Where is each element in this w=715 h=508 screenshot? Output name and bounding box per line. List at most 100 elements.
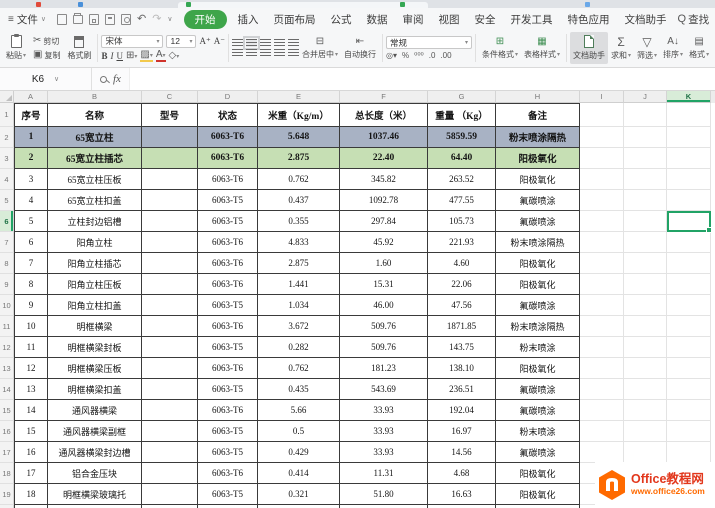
cell-K4[interactable] [667,169,711,190]
cell-C5[interactable] [142,190,198,211]
cell-A16[interactable]: 15 [14,421,48,442]
cell-E14[interactable]: 0.435 [258,379,340,400]
cell-J4[interactable] [624,169,667,190]
cell-B6[interactable]: 立柱封边铝槽 [48,211,142,232]
decrease-decimal-icon[interactable]: .00 [440,51,451,60]
cell-J10[interactable] [624,295,667,316]
document-tab-active[interactable] [178,2,428,8]
cell-A14[interactable]: 13 [14,379,48,400]
cell-G3[interactable]: 64.40 [428,148,496,169]
cell-F14[interactable]: 543.69 [340,379,428,400]
cell-C9[interactable] [142,274,198,295]
row-header-11[interactable]: 11 [0,316,14,337]
cell-D13[interactable]: 6063-T6 [198,358,258,379]
cell-H2[interactable]: 粉末喷涂隔热 [496,127,580,148]
cell-B12[interactable]: 明框横梁封板 [48,337,142,358]
cell-G11[interactable]: 1871.85 [428,316,496,337]
cell-K5[interactable] [667,190,711,211]
column-header-H[interactable]: H [496,91,580,103]
cell-I4[interactable] [580,169,624,190]
cell-E9[interactable]: 1.441 [258,274,340,295]
file-menu-button[interactable]: ≡ 文件 ∨ [8,12,46,27]
row-header-4[interactable]: 4 [0,169,14,190]
cell-D7[interactable]: 6063-T6 [198,232,258,253]
cell-C13[interactable] [142,358,198,379]
cell-F18[interactable]: 11.31 [340,463,428,484]
align-center-icon[interactable] [246,49,257,57]
cell-C6[interactable] [142,211,198,232]
row-header-17[interactable]: 17 [0,442,14,463]
cell-D15[interactable]: 6063-T6 [198,400,258,421]
cell-J8[interactable] [624,253,667,274]
cell-J3[interactable] [624,148,667,169]
increase-font-icon[interactable]: A⁺ [199,36,210,47]
clear-format-icon[interactable]: ◇▾ [169,51,180,61]
cell-G14[interactable]: 236.51 [428,379,496,400]
cell-A13[interactable]: 12 [14,358,48,379]
cell-D17[interactable]: 6063-T5 [198,442,258,463]
cell-J13[interactable] [624,358,667,379]
number-format-select[interactable]: 常规▾ [386,36,472,49]
percent-icon[interactable]: % [402,51,409,60]
cell-A5[interactable]: 4 [14,190,48,211]
cell-C16[interactable] [142,421,198,442]
cell-B19[interactable]: 明框横梁玻璃托 [48,484,142,505]
row-header-15[interactable]: 15 [0,400,14,421]
doc-assistant-button[interactable]: 文档助手 [570,32,608,64]
cell-H16[interactable]: 粉末喷涂 [496,421,580,442]
cell-K11[interactable] [667,316,711,337]
cell-B15[interactable]: 通风器横梁 [48,400,142,421]
bold-button[interactable]: B [101,51,107,61]
cell-G6[interactable]: 105.73 [428,211,496,232]
cell-B7[interactable]: 阳角立柱 [48,232,142,253]
fx-icon[interactable]: fx [113,73,121,85]
cell-I3[interactable] [580,148,624,169]
cell-B18[interactable]: 铝合金压块 [48,463,142,484]
cell-K3[interactable] [667,148,711,169]
cell-D2[interactable]: 6063-T6 [198,127,258,148]
cell-B1[interactable]: 名称 [48,103,142,127]
cell-K1[interactable] [667,103,711,127]
conditional-format-button[interactable]: ⊞ 条件格式▾ [479,32,521,64]
cell-D6[interactable]: 6063-T5 [198,211,258,232]
borders-icon[interactable]: ⊞▾ [126,51,137,61]
document-tab-strip[interactable] [0,0,715,8]
cell-H12[interactable]: 粉末喷涂 [496,337,580,358]
cell-H8[interactable]: 阳极氧化 [496,253,580,274]
redo-icon[interactable]: ↷ [152,14,161,25]
column-header-A[interactable]: A [14,91,48,103]
row-header-2[interactable]: 2 [0,127,14,148]
menu-tab-页面布局[interactable]: 页面布局 [270,10,320,29]
column-header-F[interactable]: F [340,91,428,103]
column-header-G[interactable]: G [428,91,496,103]
cell-F8[interactable]: 1.60 [340,253,428,274]
cell-G18[interactable]: 4.68 [428,463,496,484]
cell-G5[interactable]: 477.55 [428,190,496,211]
name-box[interactable]: K6 ∨ [0,68,92,90]
wrap-text-button[interactable]: ⇤ 自动换行 [341,32,379,64]
cell-E19[interactable]: 0.321 [258,484,340,505]
cell-J12[interactable] [624,337,667,358]
row-header-9[interactable]: 9 [0,274,14,295]
cell-K2[interactable] [667,127,711,148]
row-header-5[interactable]: 5 [0,190,14,211]
cell-A8[interactable]: 7 [14,253,48,274]
column-header-J[interactable]: J [624,91,667,103]
menu-tab-开发工具[interactable]: 开发工具 [507,10,557,29]
cell-G2[interactable]: 5859.59 [428,127,496,148]
cell-A4[interactable]: 3 [14,169,48,190]
cell-E13[interactable]: 0.762 [258,358,340,379]
cell-E6[interactable]: 0.355 [258,211,340,232]
cut-button[interactable]: ✂剪切 [33,36,60,47]
print-icon[interactable] [105,14,115,25]
cell-E10[interactable]: 1.034 [258,295,340,316]
cell-E12[interactable]: 0.282 [258,337,340,358]
sort-button[interactable]: A↓ 排序▾ [660,32,686,64]
select-all-corner[interactable] [0,91,14,103]
cell-G15[interactable]: 192.04 [428,400,496,421]
currency-icon[interactable]: ◎▾ [386,51,397,60]
cell-I5[interactable] [580,190,624,211]
cell-I13[interactable] [580,358,624,379]
cell-J11[interactable] [624,316,667,337]
cell-F7[interactable]: 45.92 [340,232,428,253]
